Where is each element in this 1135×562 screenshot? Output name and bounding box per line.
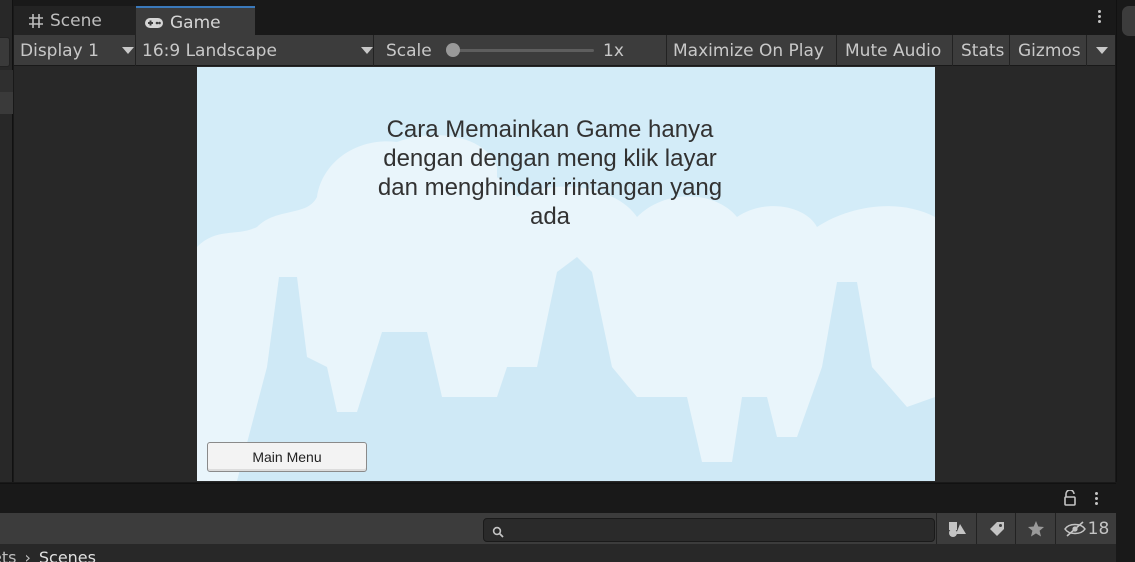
star-icon <box>1028 520 1044 536</box>
aspect-value: 16:9 Landscape <box>142 40 277 61</box>
search-icon <box>492 523 504 542</box>
display-value: Display 1 <box>20 40 99 61</box>
main-menu-button[interactable]: Main Menu <box>207 442 367 472</box>
scale-slider-handle[interactable] <box>446 43 460 57</box>
gamepad-icon <box>144 16 164 30</box>
gizmos-dropdown-button[interactable] <box>1086 35 1116 66</box>
game-toolbar: Display 1 16:9 Landscape Scale 1x Maximi… <box>14 35 1115 66</box>
breadcrumb-item-current[interactable]: Scenes <box>39 548 96 562</box>
chevron-down-icon <box>122 47 134 54</box>
scale-label: Scale <box>386 40 432 61</box>
tag-icon <box>990 521 1004 536</box>
hidden-packages-button[interactable]: 18 <box>1055 513 1117 544</box>
gizmos-toggle[interactable]: Gizmos <box>1009 35 1094 66</box>
breadcrumb: ets › Scenes <box>0 544 1116 562</box>
eye-slash-icon <box>1063 520 1086 537</box>
scale-value: 1x <box>603 40 624 61</box>
chevron-down-icon <box>1095 47 1108 54</box>
filter-by-type-button[interactable] <box>936 513 977 544</box>
left-panel-row[interactable] <box>0 70 13 92</box>
tab-scene-label: Scene <box>50 10 102 31</box>
grid-icon <box>28 13 44 29</box>
more-options-icon[interactable] <box>1091 8 1107 30</box>
project-panel-header <box>0 483 1116 513</box>
shapes-icon <box>949 521 966 537</box>
game-viewport[interactable]: Cara Memainkan Game hanya dengan dengan … <box>197 67 935 481</box>
maximize-on-play-toggle[interactable]: Maximize On Play <box>666 35 842 66</box>
tab-game[interactable]: Game <box>136 6 255 37</box>
aspect-ratio-dropdown[interactable]: 16:9 Landscape <box>135 35 379 66</box>
project-toolbar: 18 <box>0 513 1116 544</box>
filter-by-label-button[interactable] <box>976 513 1017 544</box>
left-panel-edge <box>0 0 13 482</box>
hidden-count: 18 <box>1087 518 1110 539</box>
scale-control: Scale 1x <box>373 35 678 66</box>
lock-icon[interactable] <box>1063 489 1077 510</box>
display-dropdown[interactable]: Display 1 <box>14 35 140 66</box>
right-panel-tab[interactable] <box>1122 6 1135 36</box>
instructions-text: Cara Memainkan Game hanya dengan dengan … <box>377 116 723 230</box>
stats-toggle[interactable]: Stats <box>952 35 1017 66</box>
mute-audio-toggle[interactable]: Mute Audio <box>836 35 960 66</box>
chevron-right-icon: › <box>24 548 31 562</box>
search-input[interactable] <box>483 518 935 542</box>
breadcrumb-item[interactable]: ets <box>0 548 16 562</box>
favorites-button[interactable] <box>1015 513 1056 544</box>
tab-scene[interactable]: Scene <box>14 6 148 35</box>
left-panel-dropdown[interactable] <box>0 37 10 67</box>
more-options-icon[interactable] <box>1091 490 1101 510</box>
left-panel-row-selected[interactable] <box>0 92 13 114</box>
right-panel-edge <box>1116 0 1135 482</box>
chevron-down-icon <box>361 47 373 54</box>
tab-bar: Scene Game <box>14 0 1115 37</box>
scale-slider-track[interactable] <box>452 49 594 52</box>
tab-game-label: Game <box>170 12 221 33</box>
